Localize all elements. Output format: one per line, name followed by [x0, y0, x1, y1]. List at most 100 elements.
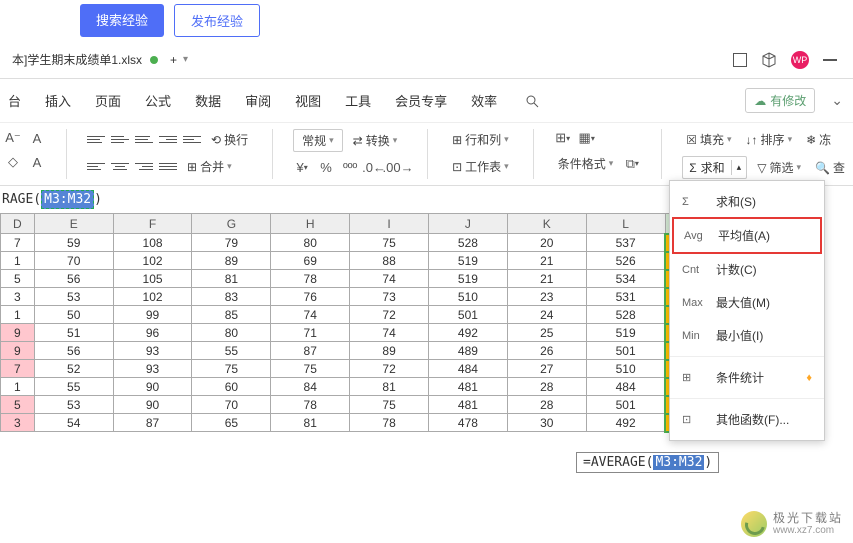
- filter-button[interactable]: ▽ 筛选▾: [753, 157, 805, 178]
- cell[interactable]: 50: [34, 306, 113, 324]
- cell[interactable]: 21: [507, 270, 586, 288]
- cell[interactable]: 93: [113, 360, 192, 378]
- cell[interactable]: 72: [350, 306, 429, 324]
- cell[interactable]: 534: [586, 270, 665, 288]
- cell[interactable]: 55: [192, 342, 271, 360]
- user-avatar[interactable]: WP: [791, 51, 809, 69]
- cell[interactable]: 108: [113, 234, 192, 252]
- cell[interactable]: 3: [1, 414, 35, 432]
- menu-efficiency[interactable]: 效率: [461, 87, 507, 114]
- cell[interactable]: 501: [429, 306, 508, 324]
- cell[interactable]: 102: [113, 288, 192, 306]
- menu-cond-stat[interactable]: ⊞条件统计♦: [670, 361, 824, 394]
- cell[interactable]: 74: [271, 306, 350, 324]
- align-justify-icon[interactable]: [159, 160, 177, 174]
- col-header-L[interactable]: L: [586, 214, 665, 234]
- decimal-inc-icon[interactable]: .00→: [389, 158, 407, 176]
- cell[interactable]: 492: [586, 414, 665, 432]
- cell[interactable]: 27: [507, 360, 586, 378]
- cell[interactable]: 70: [192, 396, 271, 414]
- menu-review[interactable]: 审阅: [235, 87, 281, 114]
- cell[interactable]: 70: [34, 252, 113, 270]
- autosum-button[interactable]: Σ 求和 ▴: [682, 156, 747, 179]
- cell[interactable]: 528: [586, 306, 665, 324]
- menu-start[interactable]: 台: [0, 87, 31, 114]
- cell[interactable]: 89: [350, 342, 429, 360]
- cell[interactable]: 71: [271, 324, 350, 342]
- crop-icon[interactable]: ⧉▾: [623, 155, 641, 173]
- cell[interactable]: 21: [507, 252, 586, 270]
- cell[interactable]: 53: [34, 288, 113, 306]
- autosum-dropdown-arrow[interactable]: ▴: [731, 160, 747, 175]
- cell[interactable]: 52: [34, 360, 113, 378]
- cell[interactable]: [113, 432, 192, 450]
- col-header-F[interactable]: F: [113, 214, 192, 234]
- cell[interactable]: 81: [350, 378, 429, 396]
- align-middle-icon[interactable]: [111, 133, 129, 147]
- cell[interactable]: 531: [586, 288, 665, 306]
- menu-page[interactable]: 页面: [85, 87, 131, 114]
- cell[interactable]: 96: [113, 324, 192, 342]
- cell[interactable]: 23: [507, 288, 586, 306]
- cell[interactable]: 81: [271, 414, 350, 432]
- col-header-K[interactable]: K: [507, 214, 586, 234]
- cell[interactable]: 1: [1, 252, 35, 270]
- cell[interactable]: 81: [192, 270, 271, 288]
- cell[interactable]: [507, 432, 586, 450]
- cell[interactable]: 5: [1, 396, 35, 414]
- cell[interactable]: [34, 432, 113, 450]
- cell[interactable]: 478: [429, 414, 508, 432]
- align-right-icon[interactable]: [135, 160, 153, 174]
- menu-vip[interactable]: 会员专享: [385, 87, 457, 114]
- menu-formula[interactable]: 公式: [135, 87, 181, 114]
- find-button[interactable]: 🔍 查: [811, 157, 849, 178]
- align-left-icon[interactable]: [87, 160, 105, 174]
- cell[interactable]: 1: [1, 306, 35, 324]
- indent-left-icon[interactable]: [159, 133, 177, 147]
- tab-search-experience[interactable]: 搜索经验: [80, 4, 164, 37]
- cell[interactable]: 65: [192, 414, 271, 432]
- cell[interactable]: 519: [429, 270, 508, 288]
- cell[interactable]: [429, 432, 508, 450]
- cell[interactable]: 501: [586, 342, 665, 360]
- cell[interactable]: 484: [586, 378, 665, 396]
- cell[interactable]: 519: [429, 252, 508, 270]
- cell[interactable]: 51: [34, 324, 113, 342]
- font-color-icon[interactable]: A: [28, 129, 46, 147]
- fill-color-icon[interactable]: ◇: [4, 153, 22, 171]
- menu-insert[interactable]: 插入: [35, 87, 81, 114]
- worksheet-button[interactable]: ⊡ 工作表▾: [448, 156, 513, 177]
- tab-dropdown[interactable]: ▾: [183, 54, 188, 65]
- menu-more-icon[interactable]: ⌄: [831, 92, 843, 109]
- cell[interactable]: 78: [271, 270, 350, 288]
- col-header-J[interactable]: J: [429, 214, 508, 234]
- cell[interactable]: 76: [271, 288, 350, 306]
- align-top-icon[interactable]: [87, 133, 105, 147]
- cell[interactable]: 24: [507, 306, 586, 324]
- cell[interactable]: 492: [429, 324, 508, 342]
- cell[interactable]: 9: [1, 342, 35, 360]
- cell[interactable]: 9: [1, 324, 35, 342]
- cell[interactable]: 60: [192, 378, 271, 396]
- cell[interactable]: 481: [429, 396, 508, 414]
- cell[interactable]: 105: [113, 270, 192, 288]
- menu-view[interactable]: 视图: [285, 87, 331, 114]
- cell[interactable]: 87: [271, 342, 350, 360]
- col-header-H[interactable]: H: [271, 214, 350, 234]
- menu-data[interactable]: 数据: [185, 87, 231, 114]
- cell[interactable]: 7: [1, 360, 35, 378]
- new-tab-button[interactable]: +: [170, 53, 177, 67]
- cell[interactable]: 7: [1, 234, 35, 252]
- cell[interactable]: 489: [429, 342, 508, 360]
- cell[interactable]: 25: [507, 324, 586, 342]
- cube-3d-icon[interactable]: [761, 52, 777, 68]
- cell[interactable]: 78: [271, 396, 350, 414]
- number-format-select[interactable]: 常规 ▾: [293, 129, 343, 152]
- cell[interactable]: 69: [271, 252, 350, 270]
- table-style-icon[interactable]: ⊞▾: [554, 129, 572, 147]
- cell[interactable]: [350, 432, 429, 450]
- cell[interactable]: 75: [350, 396, 429, 414]
- cell[interactable]: 83: [192, 288, 271, 306]
- menu-count[interactable]: Cnt计数(C): [670, 253, 824, 286]
- cell[interactable]: 87: [113, 414, 192, 432]
